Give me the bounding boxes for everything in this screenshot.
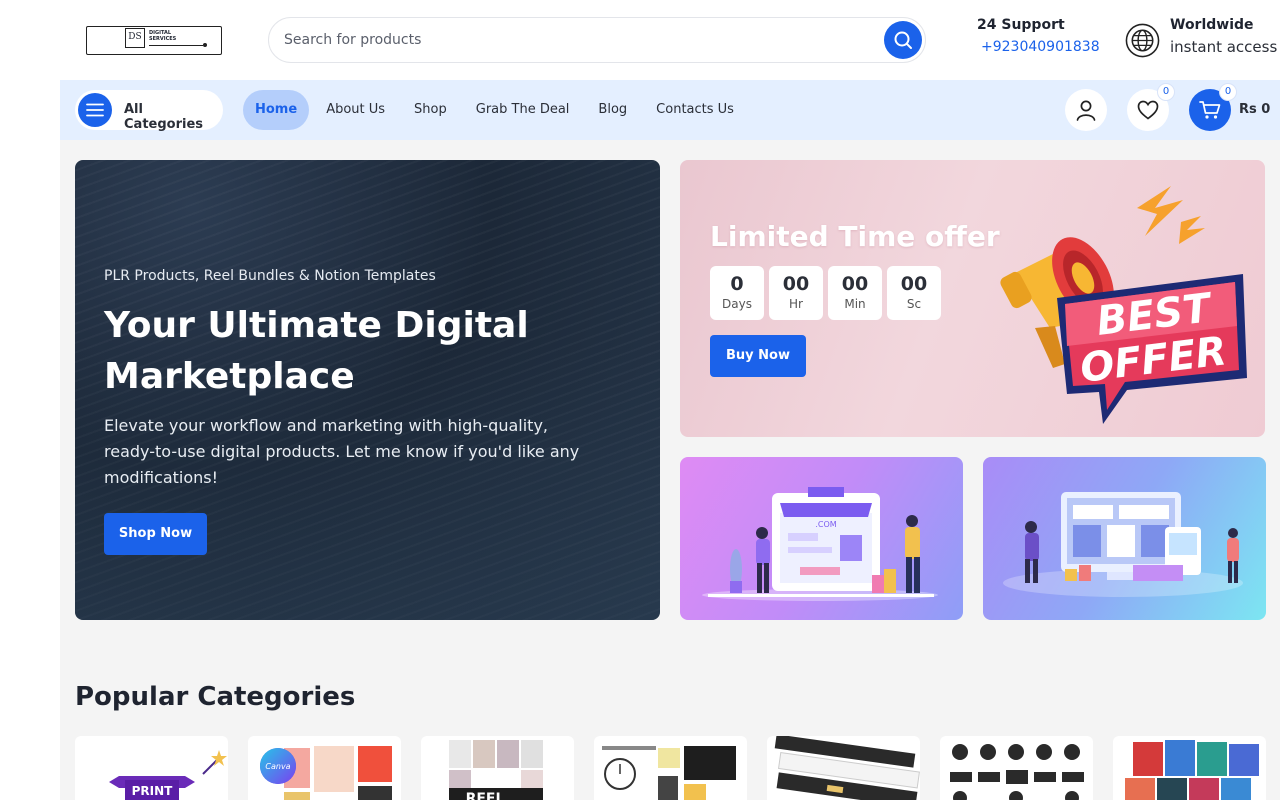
worldwide-info: Worldwide instant access <box>1170 17 1277 56</box>
account-button[interactable] <box>1065 89 1107 131</box>
print-thumbnail: PRINT <box>109 750 227 800</box>
timer-minutes: 00 Min <box>828 266 882 320</box>
hero-description: Elevate your workflow and marketing with… <box>104 416 580 487</box>
reels-label: REEL <box>466 791 505 800</box>
category-card-stationery[interactable] <box>767 736 920 800</box>
logo-text: DIGITAL SERVICES <box>149 30 177 42</box>
limited-offer-banner: Limited Time offer 0 Days 00 Hr 00 Min 0… <box>680 160 1265 437</box>
nav-shop[interactable]: Shop <box>402 90 459 130</box>
user-icon <box>1076 100 1096 121</box>
logo-dot <box>203 43 207 47</box>
wishlist-button[interactable]: 0 <box>1127 83 1175 131</box>
promo-domain-text: .COM <box>815 520 836 529</box>
all-categories-label: All Categories <box>124 102 204 132</box>
nav-contacts-us[interactable]: Contacts Us <box>644 90 746 130</box>
category-cards: PRINT Canva REEL <box>75 736 1280 800</box>
timer-seconds: 00 Sc <box>887 266 941 320</box>
search-button[interactable] <box>884 21 922 59</box>
globe-icon <box>1125 23 1160 58</box>
support-phone[interactable]: +923040901838 <box>981 39 1100 55</box>
best-offer-badge: BEST OFFER <box>1000 186 1247 424</box>
timer-hours-value: 00 <box>782 273 810 295</box>
main-navbar: All Categories Home About Us Shop Grab T… <box>60 80 1280 140</box>
hero-content: PLR Products, Reel Bundles & Notion Temp… <box>104 268 614 555</box>
timer-days: 0 Days <box>710 266 764 320</box>
wishlist-count-badge: 0 <box>1157 83 1175 101</box>
promo-banner-ecommerce[interactable] <box>983 457 1266 620</box>
print-label: PRINT <box>132 784 174 798</box>
category-card-print[interactable]: PRINT <box>75 736 228 800</box>
canva-label: Canva <box>265 762 290 771</box>
shop-now-button[interactable]: Shop Now <box>104 513 207 555</box>
nav-blog[interactable]: Blog <box>586 90 639 130</box>
cart-total: Rs 0 <box>1239 102 1271 117</box>
category-card-bundles[interactable] <box>1113 736 1266 800</box>
worldwide-title: Worldwide <box>1170 17 1254 33</box>
logos-thumbnail <box>950 744 1084 800</box>
site-logo[interactable]: DS DIGITAL SERVICES <box>86 26 222 55</box>
mockups-thumbnail <box>602 746 736 800</box>
category-card-mockups[interactable] <box>594 736 747 800</box>
bundles-thumbnail <box>1125 740 1259 800</box>
hero-subtitle: PLR Products, Reel Bundles & Notion Temp… <box>104 268 436 284</box>
top-header: DS DIGITAL SERVICES 24 Support +92304090… <box>0 0 1280 80</box>
search-input[interactable] <box>284 18 874 62</box>
cart-button[interactable]: 0 <box>1189 83 1237 131</box>
popular-categories-title: Popular Categories <box>75 682 356 712</box>
category-card-logos[interactable] <box>940 736 1093 800</box>
nav-links: Home About Us Shop Grab The Deal Blog Co… <box>243 90 751 130</box>
hero-banner: PLR Products, Reel Bundles & Notion Temp… <box>75 160 660 620</box>
buy-now-button[interactable]: Buy Now <box>710 335 806 377</box>
all-categories-button[interactable]: All Categories <box>75 90 223 132</box>
heart-icon <box>1137 100 1159 120</box>
timer-seconds-value: 00 <box>900 273 928 295</box>
search-bar <box>268 17 926 63</box>
stationery-thumbnail <box>774 736 920 800</box>
cart-icon <box>1199 101 1221 119</box>
nav-about-us[interactable]: About Us <box>314 90 397 130</box>
reels-thumbnail: REEL <box>449 740 543 800</box>
offer-title: Limited Time offer <box>710 220 1000 253</box>
logo-mark-icon: DS <box>125 28 145 48</box>
worldwide-subtitle: instant access <box>1170 38 1278 56</box>
support-info: 24 Support +923040901838 <box>977 17 1100 55</box>
left-gutter <box>0 80 60 800</box>
timer-hours: 00 Hr <box>769 266 823 320</box>
category-card-canva[interactable]: Canva <box>248 736 401 800</box>
promo-banner-online-store[interactable]: .COM <box>680 457 963 620</box>
timer-minutes-label: Min <box>844 297 866 311</box>
canva-thumbnail: Canva <box>260 746 392 800</box>
timer-days-value: 0 <box>730 273 744 295</box>
logo-underline <box>149 45 203 46</box>
ecommerce-illustration <box>1003 492 1243 597</box>
timer-minutes-value: 00 <box>841 273 869 295</box>
hero-title: Your Ultimate Digital Marketplace <box>104 305 529 397</box>
category-card-reels[interactable]: REEL <box>421 736 574 800</box>
menu-icon <box>78 93 112 127</box>
lightning-bolt-small <box>1179 216 1205 244</box>
search-icon <box>894 31 912 49</box>
countdown-timer: 0 Days 00 Hr 00 Min 00 Sc <box>710 266 946 320</box>
lightning-bolt <box>1137 186 1183 236</box>
cart-count-badge: 0 <box>1219 83 1237 101</box>
nav-home[interactable]: Home <box>243 90 310 130</box>
nav-grab-the-deal[interactable]: Grab The Deal <box>464 90 582 130</box>
online-store-illustration: .COM <box>702 487 938 601</box>
timer-seconds-label: Sc <box>906 297 922 311</box>
timer-days-label: Days <box>722 297 752 311</box>
timer-hours-label: Hr <box>789 297 803 311</box>
support-title: 24 Support <box>977 17 1065 33</box>
